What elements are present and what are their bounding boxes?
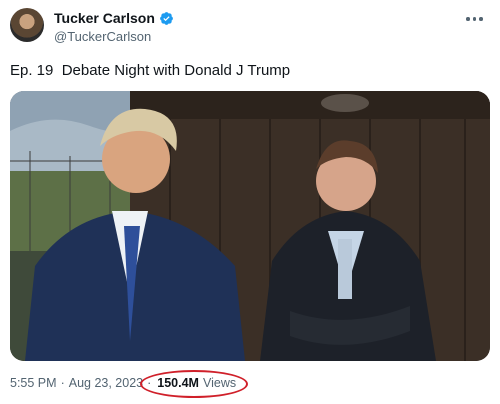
author-info: Tucker Carlson @TuckerCarlson [54, 10, 174, 44]
verified-badge-icon [159, 11, 174, 26]
tweet-time[interactable]: 5:55 PM [10, 376, 57, 390]
author-avatar[interactable] [10, 8, 44, 42]
more-options-icon[interactable] [466, 14, 486, 24]
meta-separator: · [60, 376, 65, 390]
tweet-text: Ep. 19 Debate Night with Donald J Trump [10, 62, 291, 79]
tweet-date[interactable]: Aug 23, 2023 [69, 376, 143, 390]
author-handle[interactable]: @TuckerCarlson [54, 29, 174, 44]
views-highlight-annotation [140, 370, 248, 398]
author-name-row: Tucker Carlson [54, 10, 174, 26]
author-display-name[interactable]: Tucker Carlson [54, 10, 155, 26]
tweet-media-image[interactable] [10, 91, 490, 361]
tweet-card: Tucker Carlson @TuckerCarlson Ep. 19 Deb… [0, 0, 500, 404]
